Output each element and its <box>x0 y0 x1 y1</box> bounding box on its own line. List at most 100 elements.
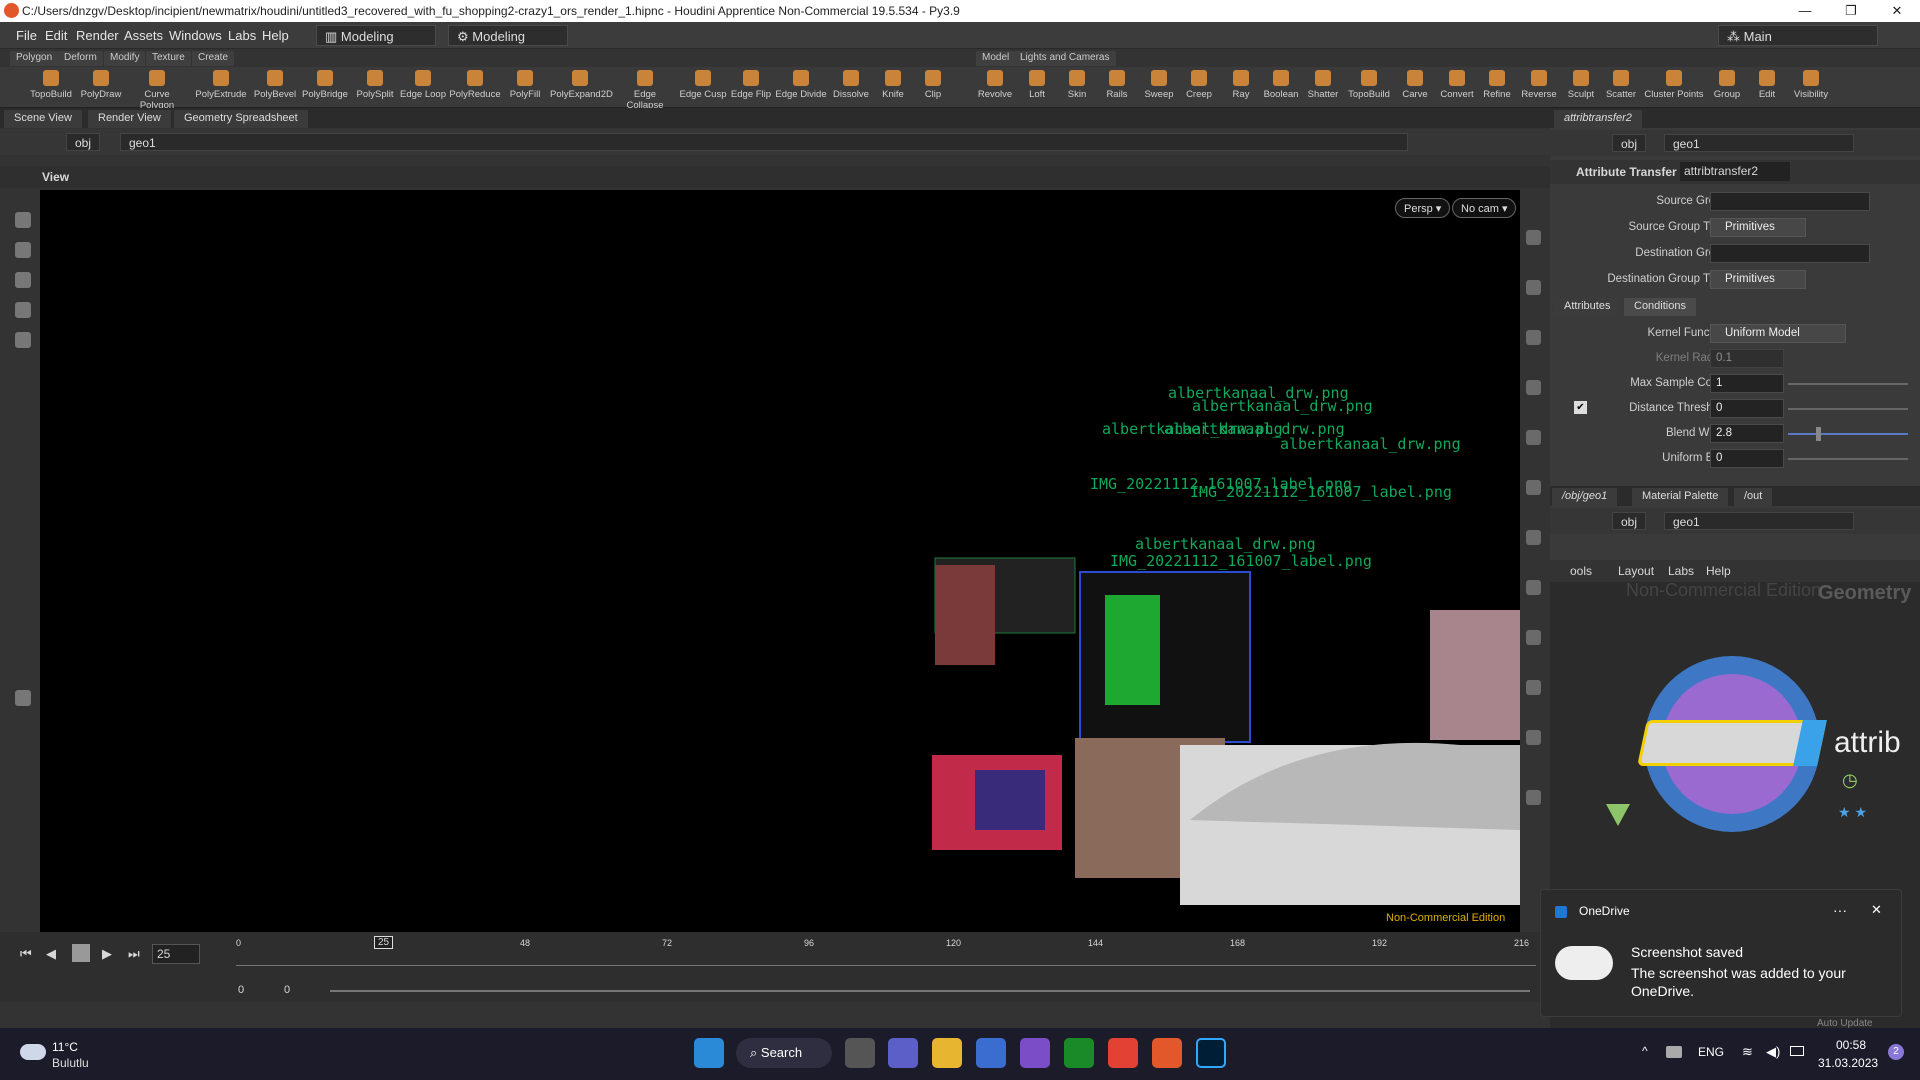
lighting-icon[interactable] <box>1526 330 1541 345</box>
desktop-selector-2[interactable]: ⚙ Modeling <box>448 25 568 46</box>
source-group-field[interactable] <box>1710 192 1870 211</box>
tool-topobuild[interactable]: TopoBuild <box>24 70 78 100</box>
distance-threshold-field[interactable]: 0 <box>1710 399 1784 418</box>
desktop-selector[interactable]: ▥ Modeling <box>316 25 436 46</box>
node-name-field[interactable]: attribtransfer2 <box>1680 162 1790 181</box>
tool-edge-divide[interactable]: Edge Divide <box>774 70 828 100</box>
tool-edge-collapse[interactable]: Edge Collapse <box>616 70 674 111</box>
grid-icon[interactable] <box>1526 430 1541 445</box>
persp-menu[interactable]: Persp ▾ <box>1395 198 1451 218</box>
display-flag[interactable] <box>1793 720 1827 766</box>
tool-polydraw[interactable]: PolyDraw <box>74 70 128 100</box>
weather-desc[interactable]: Bulutlu <box>52 1056 89 1070</box>
menu-tools[interactable]: ools <box>1570 564 1592 578</box>
kernel-function-menu[interactable]: Uniform Model <box>1710 324 1846 343</box>
points-icon[interactable] <box>1526 530 1541 545</box>
tab-out[interactable]: /out <box>1734 488 1773 506</box>
camera-icon[interactable] <box>1526 380 1541 395</box>
tool-polyreduce[interactable]: PolyReduce <box>448 70 502 100</box>
range-start-field[interactable]: 0 <box>238 984 244 996</box>
menu-assets[interactable]: Assets <box>124 28 163 43</box>
tab-obj-geo1[interactable]: /obj/geo1 <box>1552 488 1618 506</box>
teams-icon[interactable] <box>888 1038 918 1068</box>
toast-close-button[interactable]: ✕ <box>1871 902 1882 918</box>
clock-date[interactable]: 31.03.2023 <box>1818 1056 1878 1070</box>
menu-help[interactable]: Help <box>262 28 289 43</box>
range-slider[interactable] <box>330 990 1530 992</box>
ghost-icon[interactable] <box>1526 480 1541 495</box>
tray-app-icon[interactable] <box>1666 1046 1682 1058</box>
tool-cluster-points[interactable]: Cluster Points <box>1644 70 1704 100</box>
maximize-button[interactable]: ❐ <box>1828 0 1874 22</box>
select-icon[interactable] <box>15 242 31 258</box>
tab-attribtransfer2[interactable]: attribtransfer2 <box>1554 110 1642 128</box>
tab-scene-view[interactable]: Scene View <box>4 110 82 128</box>
source-group-type-menu[interactable]: Primitives <box>1710 218 1806 237</box>
path-obj[interactable]: obj <box>66 133 101 151</box>
kernel-radius-field[interactable]: 0.1 <box>1710 349 1784 368</box>
store-icon[interactable] <box>976 1038 1006 1068</box>
path-geo1[interactable]: geo1 <box>1664 512 1854 530</box>
uniform-bias-slider[interactable] <box>1788 458 1908 460</box>
tool-edge-flip[interactable]: Edge Flip <box>724 70 778 100</box>
handle-icon[interactable] <box>15 212 31 228</box>
step-back-button[interactable]: ◀ <box>46 946 56 962</box>
jump-end-button[interactable]: ⏭ <box>128 946 140 962</box>
tab-render-view[interactable]: Render View <box>88 110 171 128</box>
tray-chevron-icon[interactable]: ^ <box>1642 1044 1648 1058</box>
max-sample-count-field[interactable]: 1 <box>1710 374 1784 393</box>
app-icon[interactable] <box>1020 1038 1050 1068</box>
shelf-tab-lights-cameras[interactable]: Lights and Cameras <box>1014 51 1116 66</box>
start-icon[interactable] <box>694 1038 724 1068</box>
menu-layout[interactable]: Layout <box>1618 564 1654 578</box>
camera-menu[interactable]: No cam ▾ <box>1452 198 1517 218</box>
clock-time[interactable]: 00:58 <box>1836 1038 1866 1052</box>
snapshot-icon[interactable] <box>1526 730 1541 745</box>
timeline-ruler[interactable]: 0 48 72 96 120 144 168 192 216 25 <box>236 936 1536 966</box>
distance-threshold-checkbox[interactable]: ✔ <box>1574 401 1587 414</box>
viewport[interactable]: albertkanaal_drw.png albertkanaal_drw.pn… <box>40 190 1520 932</box>
attribtransfer-node[interactable] <box>1637 720 1827 766</box>
visibility-toggle-icon[interactable] <box>1526 680 1541 695</box>
battery-icon[interactable] <box>1790 1046 1804 1056</box>
tool-edge-loop[interactable]: Edge Loop <box>396 70 450 100</box>
stop-button[interactable] <box>72 944 90 962</box>
tool-polysplit[interactable]: PolySplit <box>348 70 402 100</box>
taskbar-search[interactable]: ⌕ Search <box>736 1038 832 1068</box>
max-sample-count-slider[interactable] <box>1788 383 1908 385</box>
tab-attributes[interactable]: Attributes <box>1554 298 1621 316</box>
menu-labs[interactable]: Labs <box>228 28 256 43</box>
magnet-icon[interactable] <box>15 302 31 318</box>
menu-windows[interactable]: Windows <box>169 28 222 43</box>
path-geo1[interactable]: geo1 <box>1664 134 1854 152</box>
blend-width-knob[interactable] <box>1816 427 1821 441</box>
tool-polybridge[interactable]: PolyBridge <box>298 70 352 100</box>
destination-group-type-menu[interactable]: Primitives <box>1710 270 1806 289</box>
tab-conditions[interactable]: Conditions <box>1624 298 1696 316</box>
tool-curve-polygon[interactable]: Curve Polygon <box>130 70 184 111</box>
menu-labs[interactable]: Labs <box>1668 564 1694 578</box>
menu-edit[interactable]: Edit <box>45 28 67 43</box>
pose-icon[interactable] <box>15 690 31 706</box>
notification-badge[interactable]: 2 <box>1888 1044 1904 1060</box>
menu-file[interactable]: File <box>16 28 37 43</box>
tool-polybevel[interactable]: PolyBevel <box>248 70 302 100</box>
tool-polyexpand2d[interactable]: PolyExpand2D <box>550 70 613 100</box>
shelf-tab-create[interactable]: Create <box>192 51 235 66</box>
volume-icon[interactable]: ◀) <box>1766 1044 1780 1060</box>
path-obj[interactable]: obj <box>1612 134 1647 152</box>
shelf-tab-polygon[interactable]: Polygon <box>10 51 59 66</box>
tool-polyextrude[interactable]: PolyExtrude <box>194 70 248 100</box>
blend-width-field[interactable]: 2.8 <box>1710 424 1784 443</box>
info-icon[interactable] <box>1526 790 1541 805</box>
file-explorer-icon[interactable] <box>932 1038 962 1068</box>
tool-polyfill[interactable]: PolyFill <box>498 70 552 100</box>
distance-threshold-slider[interactable] <box>1788 408 1908 410</box>
tool-clip[interactable]: Clip <box>906 70 960 100</box>
frame-field[interactable]: 25 <box>152 944 200 964</box>
tool-visibility[interactable]: Visibility <box>1784 70 1838 100</box>
path-geo1[interactable]: geo1 <box>120 133 1408 151</box>
toast-more-button[interactable]: ··· <box>1833 902 1847 918</box>
tool-scatter[interactable]: Scatter <box>1594 70 1648 100</box>
onedrive-toast[interactable]: OneDrive ··· ✕ Screenshot saved The scre… <box>1540 889 1902 1029</box>
